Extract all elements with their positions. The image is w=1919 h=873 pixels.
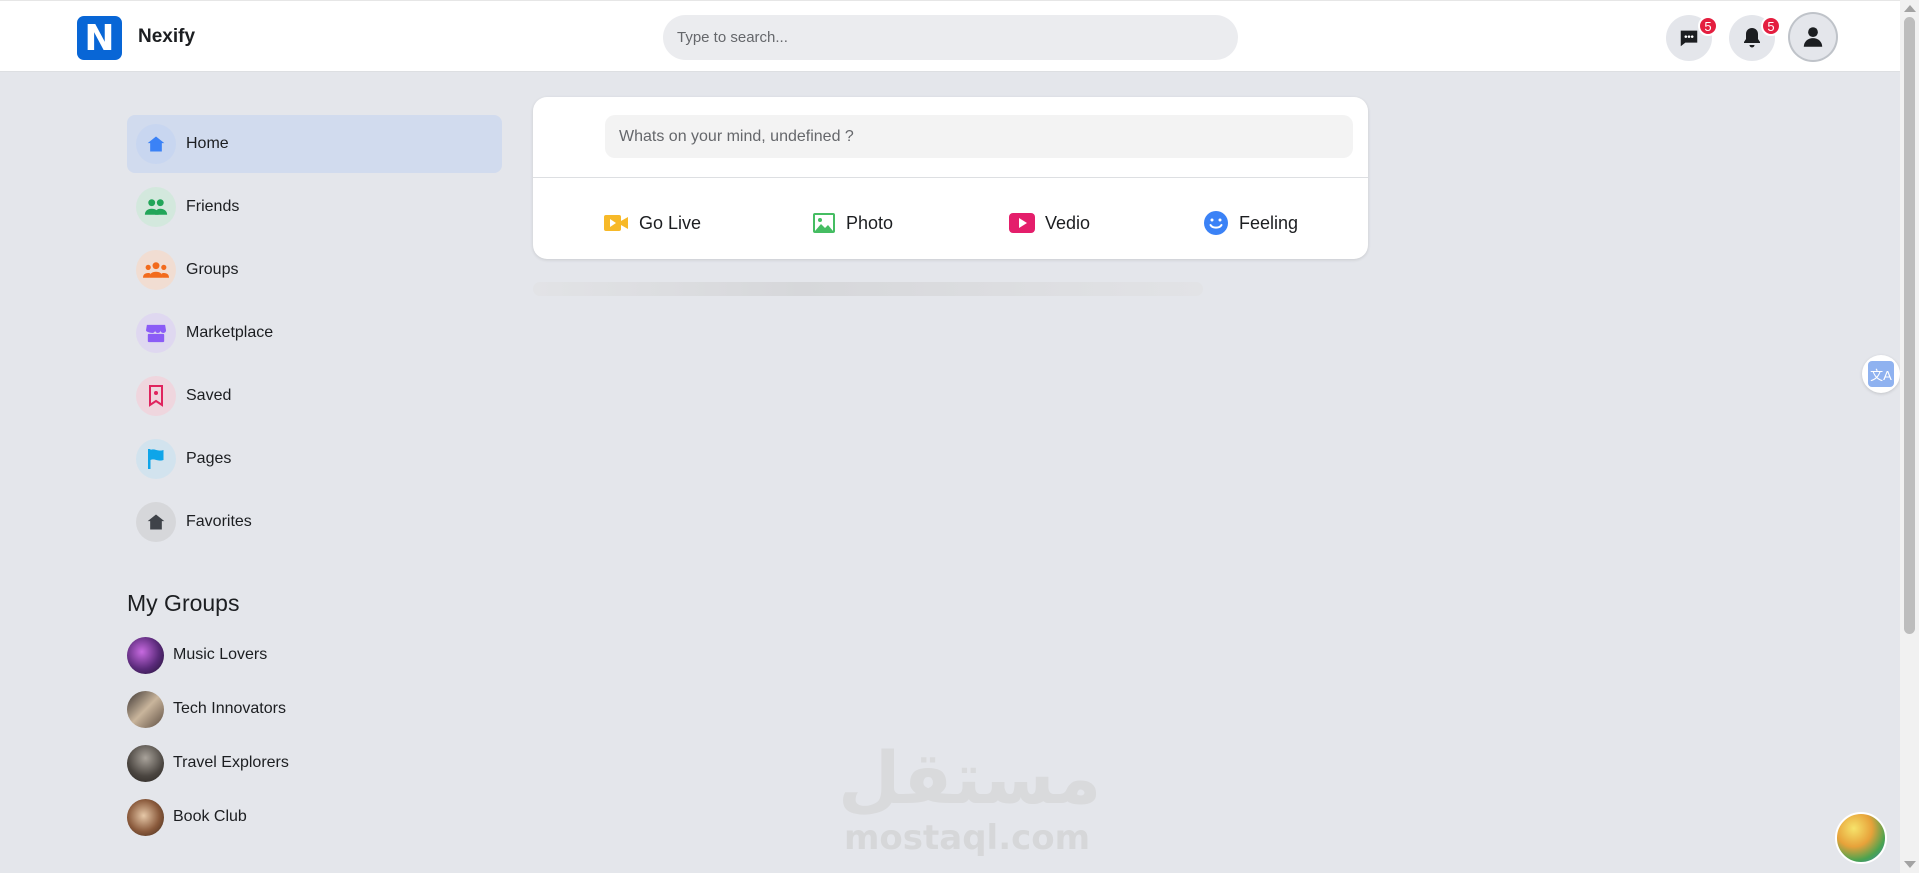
user-icon [1803,27,1823,47]
sidebar-item-friends[interactable]: Friends [127,178,502,236]
action-label: Feeling [1239,212,1299,233]
sidebar-item-marketplace[interactable]: Marketplace [127,304,502,362]
youtube-icon [1009,213,1035,233]
watermark-latin: mostaql.com [844,818,1091,858]
search-input[interactable] [663,15,1238,60]
sidebar-item-label: Groups [186,261,239,278]
chat-bubble-icon [1680,30,1698,47]
video-button[interactable]: Vedio [1009,205,1090,241]
video-camera-icon [604,215,628,231]
sidebar-item-label: Marketplace [186,324,274,341]
store-icon [136,313,176,353]
brand-name: Nexify [138,26,196,47]
home-dark-icon [136,502,176,542]
notifications-button[interactable]: 5 [1729,15,1781,61]
group-name: Tech Innovators [173,700,286,717]
group-item-book-club[interactable]: Book Club [127,798,247,836]
scroll-down-arrow-icon[interactable] [1904,861,1916,868]
flag-icon [136,439,176,479]
sidebar-item-label: Saved [186,387,232,404]
sidebar-item-groups[interactable]: Groups [127,241,502,299]
group-avatar [127,744,164,782]
action-label: Vedio [1045,212,1091,233]
notifications-badge: 5 [1761,16,1781,36]
sidebar-item-label: Favorites [186,513,252,530]
sidebar-item-home[interactable]: Home [127,115,502,173]
messages-badge: 5 [1698,16,1718,36]
action-label: Go Live [639,212,702,233]
smile-icon [1204,211,1228,235]
feeling-button[interactable]: Feeling [1203,205,1298,241]
bell-icon [1744,28,1760,48]
group-name: Music Lovers [173,646,268,663]
page-scrollbar[interactable] [1900,0,1919,873]
action-label: Photo [846,212,894,233]
photo-icon [813,213,835,233]
sidebar-item-label: Friends [186,198,240,215]
photo-button[interactable]: Photo [812,205,893,241]
post-input[interactable] [605,115,1353,158]
bookmark-icon [136,376,176,416]
group-avatar [127,690,164,728]
group-name: Book Club [173,808,247,825]
go-live-button[interactable]: Go Live [603,205,701,241]
groups-icon [136,250,176,290]
composer-divider [533,177,1368,178]
sidebar-item-saved[interactable]: Saved [127,367,502,425]
group-item-music-lovers[interactable]: Music Lovers [127,636,267,674]
group-item-travel-explorers[interactable]: Travel Explorers [127,744,289,782]
scroll-up-arrow-icon[interactable] [1904,5,1916,12]
my-groups-title: My Groups [127,590,240,616]
logo-letter: N [84,17,115,59]
sidebar-item-label: Pages [186,450,232,467]
scroll-thumb[interactable] [1904,17,1915,634]
watermark-arabic: مستقل [838,736,1102,820]
sidebar-item-label: Home [186,135,229,152]
group-avatar [127,798,164,836]
group-item-tech-innovators[interactable]: Tech Innovators [127,690,286,728]
translate-button[interactable]: 文A [1862,355,1900,393]
sidebar-item-favorites[interactable]: Favorites [127,493,502,551]
profile-avatar-button[interactable] [1790,14,1836,60]
group-avatar [127,636,164,674]
post-composer: Go Live Photo Vedio Feeling [533,97,1368,259]
sidebar-item-pages[interactable]: Pages [127,430,502,488]
group-name: Travel Explorers [173,754,289,771]
top-navbar: N Nexify 5 5 [0,0,1900,72]
messages-button[interactable]: 5 [1666,15,1718,61]
nexify-logo[interactable]: N [77,16,122,60]
loading-skeleton [533,282,1203,296]
translate-icon: 文A [1868,361,1894,387]
friends-icon [136,187,176,227]
home-icon [136,124,176,164]
assistant-bubble[interactable] [1835,812,1887,864]
